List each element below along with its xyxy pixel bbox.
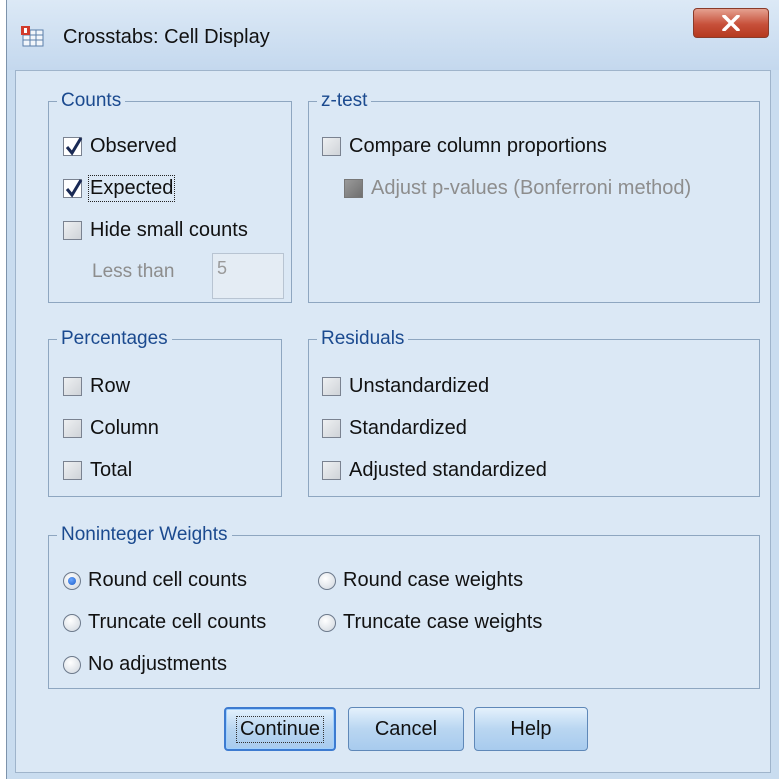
round-case-weights-option[interactable]: Round case weights [318,569,523,592]
crosstabs-app-icon [21,26,47,48]
compare-proportions-checkbox[interactable] [322,137,341,156]
standardized-checkbox[interactable] [322,419,341,438]
row-percent-option[interactable]: Row [63,375,130,398]
help-button[interactable]: Help [474,707,588,751]
total-percent-checkbox[interactable] [63,461,82,480]
observed-option[interactable]: Observed [63,135,177,158]
less-than-input[interactable]: 5 [212,253,284,299]
no-adjustments-label: No adjustments [88,653,227,675]
truncate-cell-counts-option[interactable]: Truncate cell counts [63,611,266,634]
standardized-label: Standardized [349,417,467,439]
checkmark-icon [65,137,83,156]
total-percent-option[interactable]: Total [63,459,132,482]
residuals-legend: Residuals [317,328,409,350]
checkmark-icon [65,179,83,198]
expected-label: Expected [87,175,176,202]
observed-label: Observed [90,135,177,157]
expected-option[interactable]: Expected [63,175,176,202]
row-percent-label: Row [90,375,131,397]
adjusted-standardized-label: Adjusted standardized [349,459,547,481]
compare-proportions-option[interactable]: Compare column proportions [322,135,607,158]
truncate-cell-counts-radio[interactable] [63,613,81,632]
round-case-weights-radio[interactable] [318,571,336,590]
round-cell-counts-option[interactable]: Round cell counts [63,569,247,592]
ztest-group: z-test [308,90,760,303]
cancel-label: Cancel [374,717,438,740]
column-percent-checkbox[interactable] [63,419,82,438]
row-percent-checkbox[interactable] [63,377,82,396]
truncate-case-weights-label: Truncate case weights [343,611,543,633]
unstandardized-label: Unstandardized [349,375,490,397]
column-percent-label: Column [90,417,159,439]
dialog-body: Counts Observed Expected Hide small coun… [15,70,771,773]
percentages-legend: Percentages [57,328,172,350]
compare-proportions-label: Compare column proportions [349,135,607,157]
hide-small-counts-option[interactable]: Hide small counts [63,219,248,242]
observed-checkbox[interactable] [63,137,83,156]
unstandardized-option[interactable]: Unstandardized [322,375,489,398]
truncate-cell-counts-label: Truncate cell counts [88,611,267,633]
close-icon [722,15,740,31]
continue-button[interactable]: Continue [224,707,336,751]
ztest-legend: z-test [317,90,372,112]
unstandardized-checkbox[interactable] [322,377,341,396]
cancel-button[interactable]: Cancel [348,707,464,751]
counts-legend: Counts [57,90,126,112]
no-adjustments-radio[interactable] [63,655,81,674]
adjusted-standardized-checkbox[interactable] [322,461,341,480]
close-button[interactable] [693,8,769,38]
column-percent-option[interactable]: Column [63,417,159,440]
dialog-window: Crosstabs: Cell Display Counts Observed … [6,0,779,779]
noninteger-weights-legend: Noninteger Weights [57,524,232,546]
adjust-pvalues-checkbox[interactable] [344,179,363,198]
hide-small-counts-checkbox[interactable] [63,221,82,240]
round-cell-counts-radio[interactable] [63,571,81,590]
no-adjustments-option[interactable]: No adjustments [63,653,227,676]
round-cell-counts-label: Round cell counts [88,569,247,591]
help-label: Help [510,717,552,740]
continue-label: Continue [235,715,325,743]
truncate-case-weights-radio[interactable] [318,613,336,632]
standardized-option[interactable]: Standardized [322,417,467,440]
round-case-weights-label: Round case weights [343,569,524,591]
adjusted-standardized-option[interactable]: Adjusted standardized [322,459,547,482]
hide-small-counts-label: Hide small counts [90,219,248,241]
title-bar[interactable]: Crosstabs: Cell Display [7,0,779,70]
adjust-pvalues-label: Adjust p-values (Bonferroni method) [371,177,692,199]
expected-checkbox[interactable] [63,179,83,198]
less-than-label: Less than [92,261,175,282]
truncate-case-weights-option[interactable]: Truncate case weights [318,611,542,634]
window-title: Crosstabs: Cell Display [63,26,270,48]
total-percent-label: Total [90,459,133,481]
adjust-pvalues-option[interactable]: Adjust p-values (Bonferroni method) [344,177,691,200]
